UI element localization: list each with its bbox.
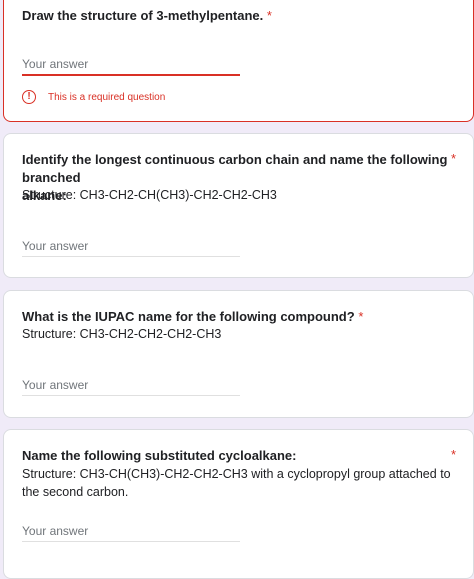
- required-asterisk: *: [358, 309, 364, 324]
- question-card-2: Identify the longest continuous carbon c…: [3, 133, 474, 278]
- required-asterisk: *: [266, 8, 272, 23]
- question-card-3: What is the IUPAC name for the following…: [3, 290, 474, 418]
- question-title: What is the IUPAC name for the following…: [22, 309, 364, 324]
- error-icon: !: [22, 90, 36, 104]
- question-title: Draw the structure of 3-methylpentane. *: [22, 8, 272, 23]
- required-asterisk: *: [451, 447, 457, 462]
- error-message: ! This is a required question: [22, 90, 165, 104]
- answer-input[interactable]: [22, 521, 240, 542]
- answer-input[interactable]: [22, 54, 240, 76]
- question-title: Name the following substituted cycloalka…: [22, 448, 297, 463]
- required-asterisk: *: [451, 151, 457, 166]
- question-card-4: Name the following substituted cycloalka…: [3, 429, 474, 579]
- question-structure: Structure: CH3-CH2-CH(CH3)-CH2-CH2-CH3: [22, 188, 277, 202]
- question-card-1: Draw the structure of 3-methylpentane. *…: [3, 0, 474, 122]
- answer-input[interactable]: [22, 236, 240, 257]
- question-structure: Structure: CH3-CH2-CH2-CH2-CH3: [22, 327, 222, 341]
- error-text: This is a required question: [48, 91, 166, 103]
- question-structure: Structure: CH3-CH(CH3)-CH2-CH2-CH3 with …: [22, 467, 451, 499]
- answer-input[interactable]: [22, 375, 240, 396]
